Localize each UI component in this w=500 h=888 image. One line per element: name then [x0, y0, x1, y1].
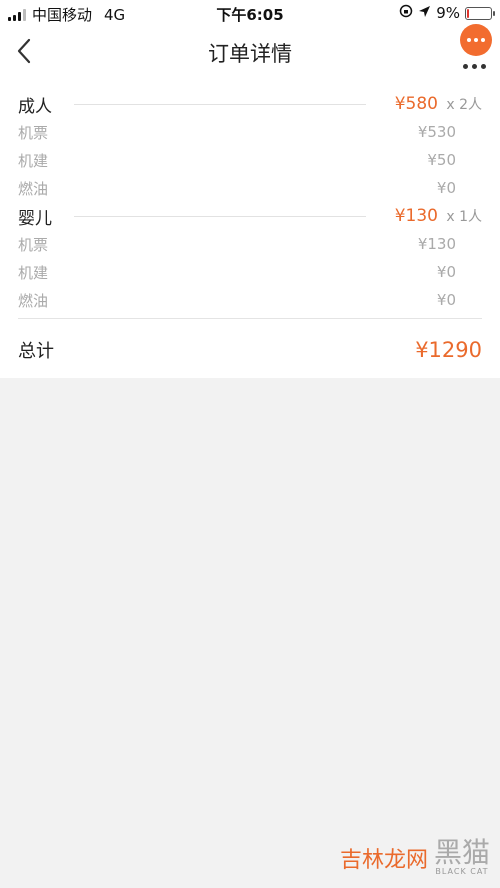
watermark-logo-text: 黑猫: [433, 836, 490, 869]
divider-line: [74, 215, 366, 217]
fare-item: 机票 ¥130: [18, 230, 456, 258]
fare-item-price: ¥530: [417, 123, 456, 141]
fare-item: 燃油 ¥0: [18, 286, 456, 314]
total-divider: [18, 318, 482, 319]
total-value: ¥1290: [415, 338, 482, 362]
fare-item-label: 机建: [18, 151, 49, 170]
more-dots-icon[interactable]: [463, 64, 486, 69]
watermark-text: 吉林龙网: [339, 847, 428, 873]
fare-item-price: ¥0: [436, 291, 456, 309]
total-row: 总计 ¥1290: [18, 332, 482, 368]
fare-group-row: 婴儿 ¥130 x 1人: [18, 202, 482, 230]
more-menu-button[interactable]: [460, 24, 492, 56]
nav-bar: 订单详情: [0, 24, 500, 76]
group-price: ¥580: [394, 94, 438, 114]
order-detail-card: 成人 ¥580 x 2人 机票 ¥530 机建 ¥50 燃油 ¥0 婴儿 ¥13…: [0, 76, 500, 378]
battery-icon: [465, 6, 495, 20]
fare-item: 机票 ¥530: [18, 118, 456, 146]
fare-item-price: ¥130: [417, 235, 456, 253]
divider-line: [74, 103, 366, 105]
fare-item-price: ¥50: [427, 151, 456, 169]
fare-item-price: ¥0: [436, 263, 456, 281]
battery-percent: 9%: [436, 4, 460, 22]
group-name: 婴儿: [18, 208, 52, 229]
fare-item: 燃油 ¥0: [18, 174, 456, 202]
group-price: ¥130: [394, 206, 438, 226]
location-icon: [418, 4, 431, 22]
fare-item: 机建 ¥50: [18, 146, 456, 174]
watermark-sub-text: BLACK CAT: [435, 867, 489, 876]
orientation-lock-icon: [399, 4, 413, 22]
fare-group-row: 成人 ¥580 x 2人: [18, 90, 482, 118]
fare-item-label: 机票: [18, 123, 49, 142]
page-title: 订单详情: [208, 42, 292, 66]
status-bar: 中国移动 4G 下午6:05 9%: [0, 0, 500, 26]
fare-item-label: 机票: [18, 235, 49, 254]
fare-item: 机建 ¥0: [18, 258, 456, 286]
fare-item-label: 燃油: [18, 179, 49, 198]
total-label: 总计: [18, 341, 54, 362]
fare-item-label: 燃油: [18, 291, 49, 310]
group-qty: x 2人: [446, 97, 482, 113]
fare-item-price: ¥0: [436, 179, 456, 197]
watermark: 吉林龙网 黑猫 BLACK CAT: [339, 836, 490, 877]
group-qty: x 1人: [446, 209, 482, 225]
black-cat-logo: 黑猫 BLACK CAT: [433, 836, 490, 877]
fare-item-label: 机建: [18, 263, 49, 282]
group-name: 成人: [18, 96, 52, 117]
